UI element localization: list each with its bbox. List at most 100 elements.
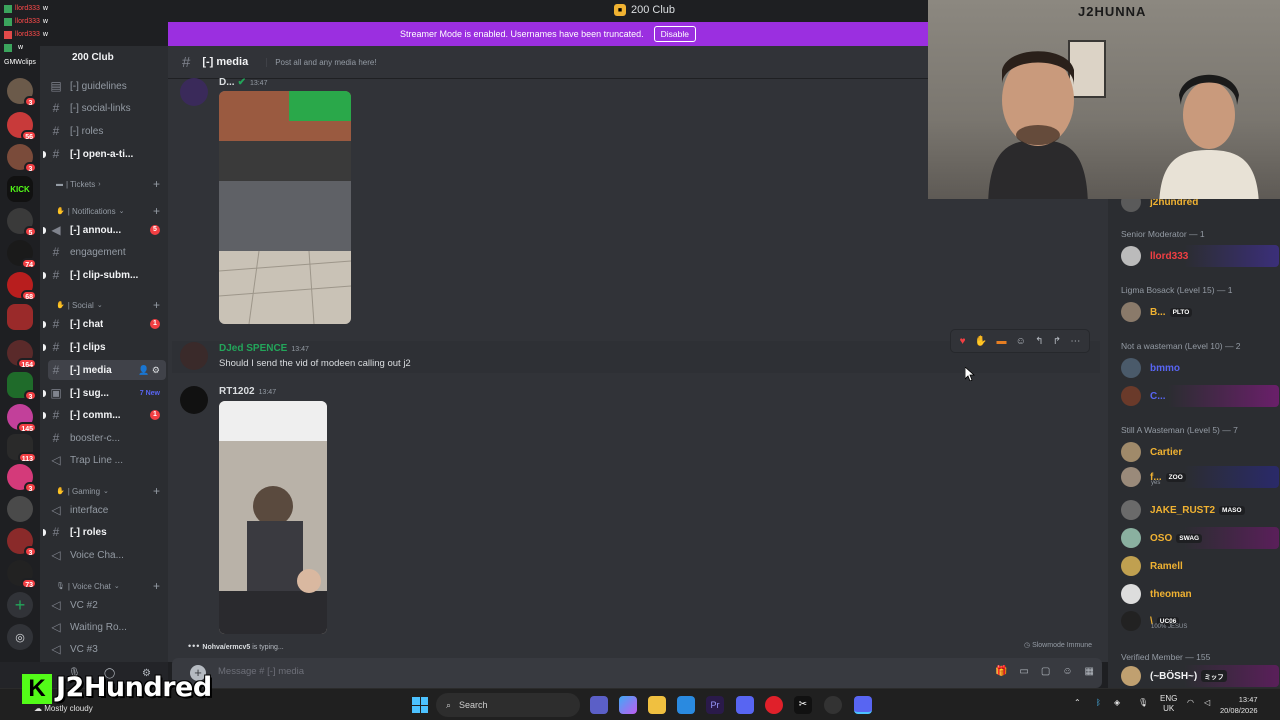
member-item[interactable]: Ramell bbox=[1121, 555, 1279, 577]
server-icon[interactable]: 56 bbox=[7, 112, 37, 141]
channel-trap-line[interactable]: ◁ Trap Line ... bbox=[48, 450, 166, 470]
member-item[interactable]: \ UC06 100% JESUS bbox=[1121, 610, 1279, 632]
message-author[interactable]: RT1202 13:47 bbox=[219, 386, 276, 397]
channel-booster-chat[interactable]: # booster-c... bbox=[48, 428, 166, 448]
member-item[interactable]: f... ZOO yes bbox=[1121, 466, 1279, 488]
heart-reaction-icon[interactable]: ♥ bbox=[960, 336, 966, 347]
server-icon[interactable] bbox=[7, 304, 33, 330]
sticker-icon[interactable]: ▢ bbox=[1041, 666, 1050, 677]
explore-servers-icon[interactable]: ◎ bbox=[7, 624, 33, 650]
category-voice-chat[interactable]: 🎙 | Voice Chat ⌄ + bbox=[56, 579, 166, 593]
disable-streamer-mode-button[interactable]: Disable bbox=[653, 26, 696, 42]
taskbar-search[interactable]: ⌕ Search bbox=[436, 693, 580, 717]
opera-icon[interactable] bbox=[765, 696, 783, 714]
add-channel-icon[interactable]: + bbox=[153, 177, 160, 191]
message-author[interactable]: D... ✔ 13:47 bbox=[219, 77, 267, 88]
wifi-icon[interactable]: ◠ bbox=[1187, 698, 1194, 707]
windows-start-icon[interactable] bbox=[412, 697, 428, 713]
member-item[interactable]: OSO SWAG bbox=[1121, 527, 1279, 549]
channel-clips[interactable]: # [-] clips bbox=[43, 337, 166, 357]
add-reaction-icon[interactable]: ☺ bbox=[1016, 336, 1026, 347]
add-channel-icon[interactable]: + bbox=[153, 579, 160, 593]
channel-guidelines[interactable]: ▤ [-] guidelines bbox=[48, 76, 166, 96]
member-item[interactable]: bmmo bbox=[1121, 357, 1279, 379]
gift-icon[interactable]: 🎁 bbox=[995, 666, 1007, 677]
gif-icon[interactable]: ▭ bbox=[1019, 666, 1028, 677]
channel-clip-submissions[interactable]: # [-] clip-subm... bbox=[43, 265, 166, 285]
channel-media[interactable]: # [-] media 👤 ⚙ bbox=[48, 360, 166, 380]
discord-taskbar-icon[interactable] bbox=[736, 696, 754, 714]
discord-active-icon[interactable] bbox=[854, 696, 872, 714]
flag-reaction-icon[interactable]: ▬ bbox=[996, 336, 1006, 347]
server-icon[interactable]: 113 bbox=[7, 434, 37, 463]
shield-icon[interactable]: ◈ bbox=[1114, 698, 1120, 707]
taskbar-clock[interactable]: 13:47 20/08/2026 bbox=[1220, 694, 1258, 716]
channel-open-a-ticket[interactable]: # [-] open-a-ti... bbox=[43, 144, 166, 164]
member-item[interactable]: llord333 bbox=[1121, 245, 1279, 267]
category-gaming[interactable]: ✋ | Gaming ⌄ + bbox=[56, 484, 166, 498]
obs-icon[interactable] bbox=[824, 696, 842, 714]
server-icon[interactable]: 145 bbox=[7, 404, 37, 433]
channel-community[interactable]: # [-] comm... 1 bbox=[43, 405, 166, 425]
channel-announcements[interactable]: ◀ [-] annou... 5 bbox=[43, 220, 166, 240]
premiere-icon[interactable]: Pr bbox=[706, 696, 724, 714]
server-icon[interactable]: 3 bbox=[7, 372, 37, 401]
add-channel-icon[interactable]: + bbox=[153, 298, 160, 312]
copilot-icon[interactable] bbox=[619, 696, 637, 714]
outlook-icon[interactable] bbox=[677, 696, 695, 714]
channel-vc2[interactable]: ◁ VC #2 bbox=[48, 595, 166, 615]
user-avatar[interactable] bbox=[180, 386, 208, 414]
channel-gaming-roles[interactable]: # [-] roles bbox=[43, 522, 166, 542]
tray-chevron-icon[interactable]: ⌃ bbox=[1074, 698, 1081, 707]
user-avatar[interactable] bbox=[180, 78, 208, 106]
message-input[interactable] bbox=[218, 666, 718, 677]
message-author[interactable]: DJed SPENCE 13:47 bbox=[219, 343, 309, 354]
channel-voice-chat[interactable]: ◁ Voice Cha... bbox=[48, 545, 166, 565]
capcut-icon[interactable]: ✂ bbox=[794, 696, 812, 714]
more-options-icon[interactable]: ⋯ bbox=[1070, 336, 1080, 347]
language-indicator[interactable]: ENG UK bbox=[1160, 694, 1177, 714]
server-icon[interactable]: 3 bbox=[7, 528, 37, 557]
server-icon-kick[interactable]: KICK bbox=[7, 176, 33, 202]
add-server-button[interactable]: + bbox=[7, 592, 33, 618]
member-item[interactable]: B... PLTO bbox=[1121, 301, 1279, 323]
server-icon[interactable]: 3 bbox=[7, 144, 37, 173]
microphone-tray-icon[interactable]: 🎙 bbox=[1138, 698, 1148, 707]
member-item[interactable]: (~BÖSH~) ミッフ bbox=[1121, 665, 1279, 687]
server-icon[interactable]: 68 bbox=[7, 272, 37, 301]
category-social[interactable]: ✋ | Social ⌄ + bbox=[56, 298, 166, 312]
server-icon[interactable]: 164 bbox=[7, 340, 37, 369]
member-item[interactable]: theoman bbox=[1121, 583, 1279, 605]
channel-vc3[interactable]: ◁ VC #3 bbox=[48, 639, 166, 659]
channel-interface[interactable]: ◁ interface bbox=[48, 500, 166, 520]
server-icon[interactable]: 73 bbox=[7, 560, 37, 589]
channel-engagement[interactable]: # engagement bbox=[48, 242, 166, 262]
channel-suggestions[interactable]: ▣ [-] sug... 7 New bbox=[43, 383, 166, 403]
volume-icon[interactable]: ◁ bbox=[1204, 698, 1210, 707]
member-item[interactable]: JAKE_RUST2 MASO bbox=[1121, 499, 1279, 521]
member-item[interactable]: Cartier bbox=[1121, 441, 1279, 463]
apps-icon[interactable]: ▦ bbox=[1085, 666, 1094, 677]
file-explorer-icon[interactable] bbox=[648, 696, 666, 714]
emoji-icon[interactable]: ☺ bbox=[1062, 666, 1072, 677]
server-icon[interactable]: 5 bbox=[7, 208, 37, 237]
channel-settings-icons[interactable]: 👤 ⚙ bbox=[138, 365, 160, 376]
server-icon[interactable]: 74 bbox=[7, 240, 37, 269]
category-notifications[interactable]: ✋ | Notifications ⌄ + bbox=[56, 204, 166, 218]
server-icon[interactable]: 3 bbox=[7, 464, 37, 493]
reply-icon[interactable]: ↰ bbox=[1035, 336, 1043, 347]
add-channel-icon[interactable]: + bbox=[153, 484, 160, 498]
media-attachment-phone-screenshot[interactable] bbox=[219, 401, 327, 634]
media-attachment-street-photo[interactable] bbox=[219, 91, 351, 324]
category-tickets[interactable]: ▬ | Tickets › + bbox=[56, 177, 166, 191]
teams-icon[interactable] bbox=[590, 696, 608, 714]
fire-reaction-icon[interactable]: ✋ bbox=[975, 336, 987, 347]
forward-icon[interactable]: ↱ bbox=[1053, 336, 1061, 347]
channel-topic[interactable]: Post all and any media here! bbox=[266, 57, 377, 67]
channel-waiting-room[interactable]: ◁ Waiting Ro... bbox=[48, 617, 166, 637]
bluetooth-icon[interactable]: ᛒ bbox=[1096, 698, 1101, 707]
server-icon[interactable]: 3 bbox=[7, 78, 37, 107]
server-icon[interactable] bbox=[7, 496, 33, 522]
user-avatar[interactable] bbox=[180, 342, 208, 370]
channel-social-links[interactable]: # [-] social-links bbox=[48, 98, 166, 118]
